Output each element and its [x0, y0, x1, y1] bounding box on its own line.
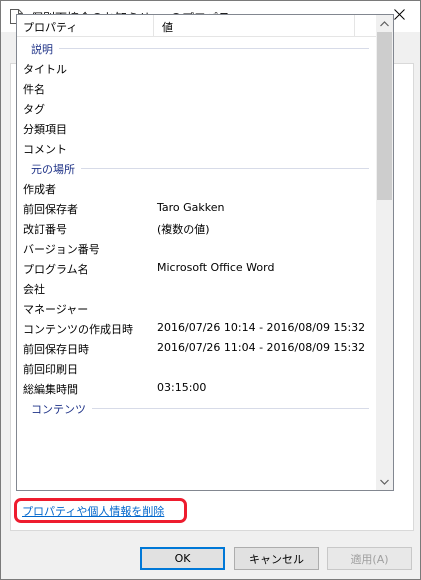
column-header-value[interactable]: 値: [162, 19, 173, 35]
list-item[interactable]: 改訂番号 (複数の値): [17, 217, 377, 237]
list-item[interactable]: 前回印刷日: [17, 357, 377, 377]
column-header-property[interactable]: プロパティ: [23, 19, 77, 35]
cancel-button[interactable]: キャンセル: [234, 547, 319, 570]
list-item[interactable]: プログラム名 Microsoft Office Word: [17, 257, 377, 277]
property-value: (複数の値): [157, 223, 210, 236]
scroll-down-button[interactable]: [376, 473, 393, 490]
properties-dialog: 個別面接会のお知らせ, ...のプロパティ 全般 詳細 プロパティ 値 説明: [0, 0, 421, 580]
property-name: 前回印刷日: [23, 363, 78, 376]
property-name: タイトル: [23, 63, 67, 76]
scroll-thumb[interactable]: [377, 32, 392, 200]
property-value: 2016/07/26 11:04 - 2016/08/09 15:32: [157, 341, 366, 354]
list-item[interactable]: 作成者: [17, 177, 377, 197]
property-value: 2016/07/26 10:14 - 2016/08/09 15:32: [157, 321, 366, 334]
group-label: 元の場所: [31, 161, 81, 177]
group-header: 元の場所: [17, 157, 377, 177]
column-divider[interactable]: [354, 15, 355, 37]
remove-properties-link[interactable]: プロパティや個人情報を削除: [22, 503, 164, 519]
group-divider: [31, 48, 369, 49]
property-name: プログラム名: [23, 263, 89, 276]
apply-button[interactable]: 適用(A): [327, 547, 412, 570]
ok-button[interactable]: OK: [140, 547, 225, 570]
property-name: 分類項目: [23, 123, 67, 136]
property-name: コンテンツの作成日時: [23, 323, 133, 336]
property-name: バージョン番号: [23, 243, 100, 256]
list-rows: 説明 タイトル 件名 タグ 分類項目 コメント 元の場所 作成者 前回保存者 Ta…: [17, 37, 377, 417]
list-item[interactable]: 総編集時間 03:15:00: [17, 377, 377, 397]
list-item[interactable]: バージョン番号: [17, 237, 377, 257]
property-value: Microsoft Office Word: [157, 261, 275, 274]
list-item[interactable]: 件名: [17, 77, 377, 97]
close-icon: [393, 9, 405, 23]
property-name: 改訂番号: [23, 223, 67, 236]
chevron-up-icon: [380, 17, 389, 30]
group-header: コンテンツ: [17, 397, 377, 417]
property-name: 前回保存日時: [23, 343, 89, 356]
list-item[interactable]: コンテンツの作成日時 2016/07/26 10:14 - 2016/08/09 …: [17, 317, 377, 337]
property-value: Taro Gakken: [157, 201, 225, 214]
list-item[interactable]: 分類項目: [17, 117, 377, 137]
vertical-scrollbar[interactable]: [376, 15, 393, 490]
property-value: 03:15:00: [157, 381, 207, 394]
list-item[interactable]: 会社: [17, 277, 377, 297]
property-name: コメント: [23, 143, 67, 156]
property-name: 作成者: [23, 183, 56, 196]
list-item[interactable]: コメント: [17, 137, 377, 157]
list-header: プロパティ 値: [17, 15, 377, 37]
list-item[interactable]: タイトル: [17, 57, 377, 77]
list-item[interactable]: 前回保存日時 2016/07/26 11:04 - 2016/08/09 15:3…: [17, 337, 377, 357]
scroll-up-button[interactable]: [376, 15, 393, 32]
group-divider: [31, 168, 369, 169]
group-label: 説明: [31, 41, 59, 57]
property-name: マネージャー: [23, 303, 89, 316]
list-item[interactable]: マネージャー: [17, 297, 377, 317]
property-name: 会社: [23, 283, 45, 296]
column-divider[interactable]: [153, 15, 154, 37]
property-name: 総編集時間: [23, 383, 78, 396]
chevron-down-icon: [380, 475, 389, 488]
group-label: コンテンツ: [31, 401, 92, 417]
list-item[interactable]: 前回保存者 Taro Gakken: [17, 197, 377, 217]
property-name: 件名: [23, 83, 45, 96]
property-list[interactable]: プロパティ 値 説明 タイトル 件名 タグ 分類項目 コメント 元の場所 作成者…: [16, 14, 394, 491]
group-header: 説明: [17, 37, 377, 57]
property-name: 前回保存者: [23, 203, 78, 216]
list-item[interactable]: タグ: [17, 97, 377, 117]
property-name: タグ: [23, 103, 45, 116]
